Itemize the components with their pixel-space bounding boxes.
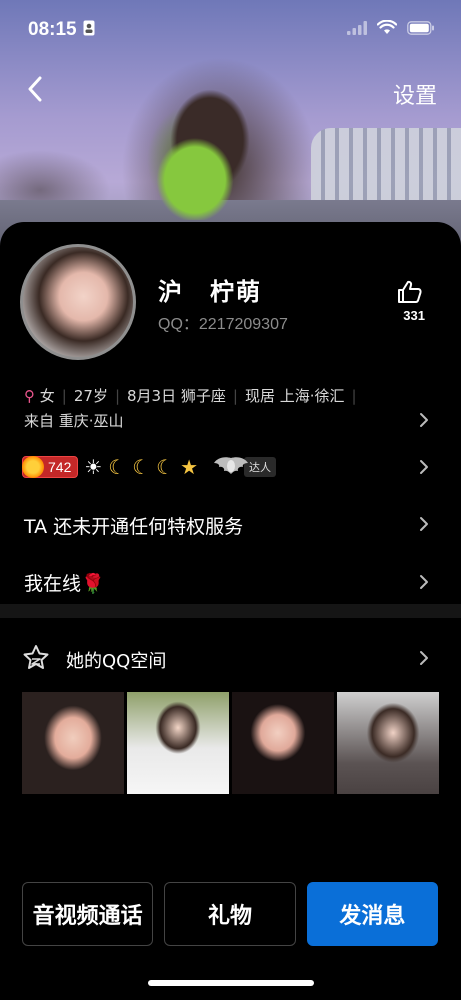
star-icon: ★ (180, 455, 199, 479)
cellular-signal-icon (347, 20, 367, 40)
online-status-row[interactable]: 我在线🌹 (24, 569, 105, 596)
hometown: 来自 重庆·巫山 (24, 412, 124, 430)
wifi-icon (376, 19, 398, 40)
chevron-left-icon (27, 76, 43, 106)
age: 27岁 (73, 387, 108, 405)
qzone-photos (22, 692, 439, 794)
chevron-right-icon (419, 412, 433, 427)
avatar[interactable] (20, 244, 136, 360)
like-count: 331 (403, 308, 425, 323)
battery-icon (407, 20, 435, 40)
status-time: 08:15 (28, 19, 77, 40)
home-indicator[interactable] (148, 980, 314, 986)
moon-icon: ☾ (156, 455, 175, 479)
gender: 女 (39, 387, 55, 405)
separator: | (61, 387, 67, 405)
qq-number: QQ：2217209307 (158, 316, 288, 333)
talent-badge: 达人 (212, 454, 277, 480)
profile-card: 沪 柠萌 QQ：2217209307 331 ⚲ 女 | 27岁 | 8月3日 狮子座 |… (0, 222, 461, 1000)
residence: 现居 上海·徐汇 (244, 387, 345, 405)
gift-button[interactable]: 礼物 (164, 882, 296, 946)
level-sun-icon: ☀ (84, 455, 103, 479)
av-call-button[interactable]: 音视频通话 (22, 882, 154, 946)
qzone-title: 她的QQ空间 (66, 650, 167, 672)
chevron-right-icon (419, 650, 433, 665)
profile-info[interactable]: ⚲ 女 | 27岁 | 8月3日 狮子座 | 现居 上海·徐汇 | 来自 重庆·巫山 (24, 384, 424, 434)
privilege-row[interactable]: TA 还未开通任何特权服务 (24, 512, 243, 539)
send-message-button[interactable]: 发消息 (306, 882, 438, 946)
wings-icon (212, 454, 250, 480)
sun-icon (22, 456, 44, 478)
qzone-row[interactable]: 她的QQ空间 (22, 644, 166, 675)
separator: | (232, 387, 238, 405)
birthday: 8月3日 狮子座 (127, 387, 226, 405)
qzone-photo[interactable] (337, 692, 439, 794)
separator: | (114, 387, 121, 405)
cover-sweater (150, 110, 260, 220)
moon-icon: ☾ (108, 455, 127, 479)
status-bar: 08:15 (0, 0, 461, 60)
action-bar: 音视频通话 礼物 发消息 (22, 882, 438, 946)
moon-icon: ☾ (132, 455, 151, 479)
star-outline-icon (22, 644, 50, 675)
female-icon: ⚲ (24, 387, 35, 405)
qzone-photo[interactable] (232, 692, 334, 794)
chevron-right-icon (419, 516, 433, 531)
level-badge: 742 (22, 456, 79, 478)
section-divider (0, 604, 461, 618)
settings-button[interactable]: 设置 (393, 78, 437, 110)
level-value: 742 (48, 459, 72, 475)
thumbs-up-icon (397, 280, 423, 308)
person-icon (83, 20, 95, 41)
chevron-right-icon (419, 574, 433, 589)
profile-name: 沪 柠萌 (158, 278, 262, 306)
qzone-photo[interactable] (127, 692, 229, 794)
separator: | (351, 387, 357, 405)
qzone-photo[interactable] (22, 692, 124, 794)
level-row[interactable]: 742 ☀ ☾ ☾ ☾ ★ 达人 (22, 452, 277, 482)
like-button[interactable] (395, 280, 425, 308)
back-button[interactable] (20, 76, 50, 106)
chevron-right-icon (419, 459, 433, 474)
